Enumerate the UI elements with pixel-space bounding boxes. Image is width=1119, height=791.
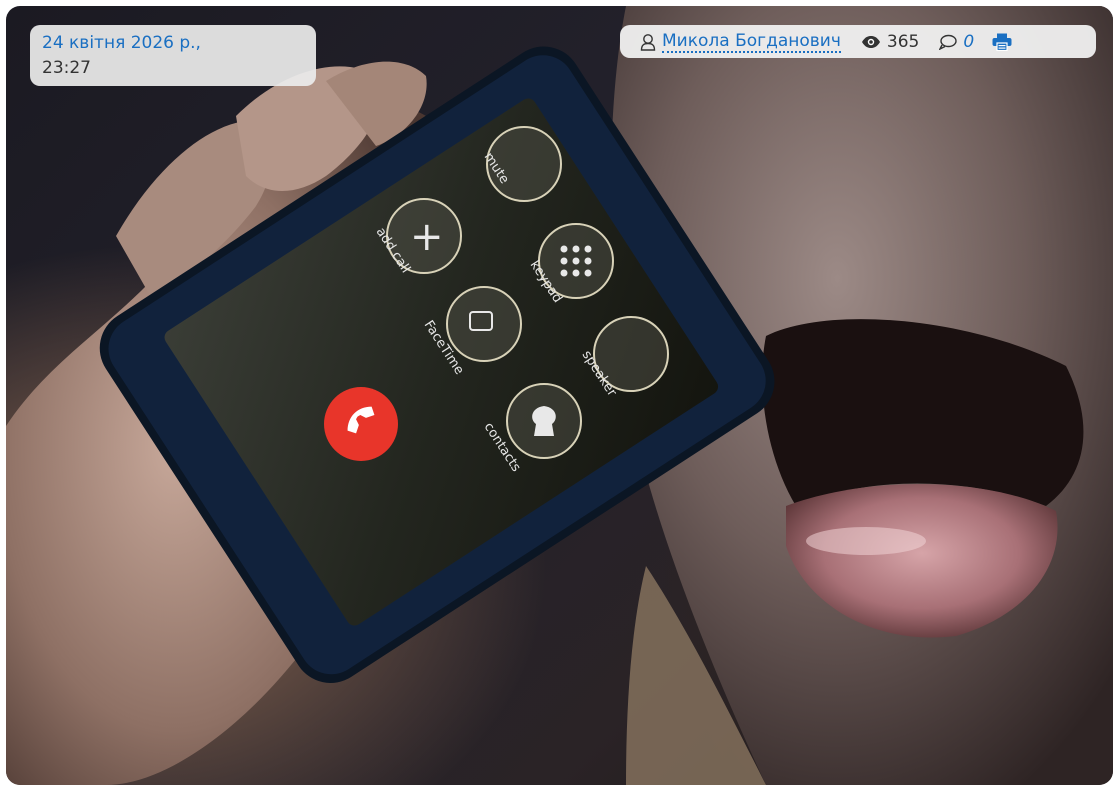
publish-time: 23:27 [42,58,91,78]
eye-icon [861,35,881,49]
svg-text:+: + [410,214,444,260]
phone-call-photo: + mute add call keypad FaceTime speaker … [6,6,1113,785]
end-call-button [324,387,398,461]
user-icon [640,33,656,51]
views-count: 365 [886,31,920,52]
publish-date-badge: 24 квітня 2026 р., 23:27 [30,25,316,86]
print-icon[interactable] [992,33,1012,51]
comment-icon [939,34,958,50]
publish-date-link[interactable]: 24 квітня 2026 р., [42,31,304,56]
comments-count-link[interactable]: 0 [963,32,974,52]
article-hero-photo: + mute add call keypad FaceTime speaker … [6,6,1113,785]
article-meta-bar: Микола Богданович 365 0 [620,25,1096,58]
author-link[interactable]: Микола Богданович [662,31,841,53]
